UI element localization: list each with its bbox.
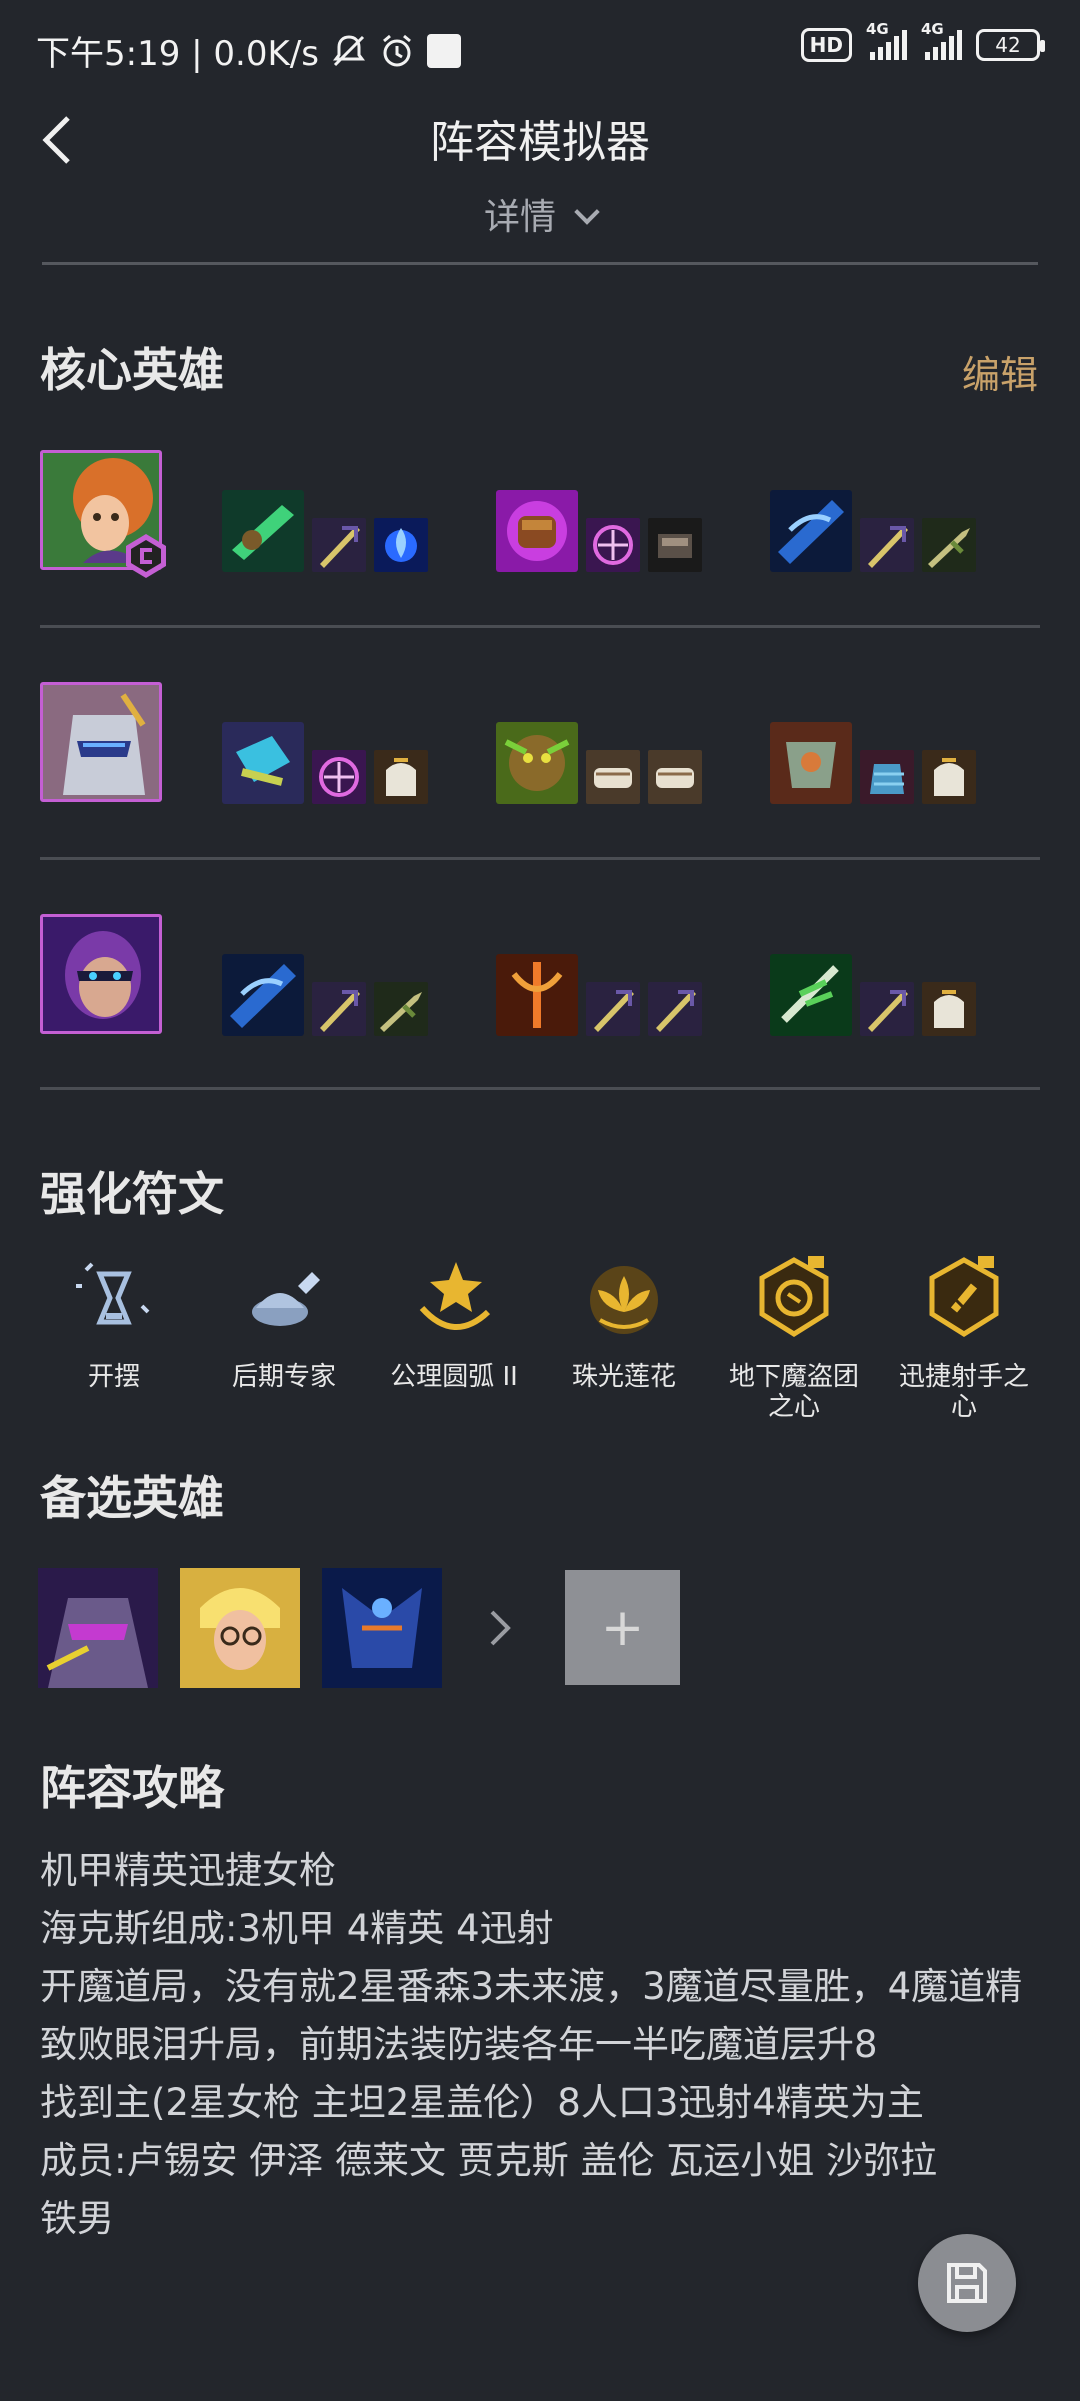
augments-title: 强化符文 [40,1167,224,1221]
notification-square-icon [426,33,461,68]
item-icon[interactable] [860,518,914,572]
alarm-icon [383,34,411,66]
item-icon[interactable] [312,518,366,572]
chevron-right-icon[interactable] [488,1608,512,1648]
alternate-hero-2[interactable] [180,1568,300,1688]
hero-2-item-set-2 [496,722,702,804]
item-icon[interactable] [222,954,304,1036]
item-icon[interactable] [922,518,976,572]
status-right: HD 4G 4G 42 [800,20,1045,62]
hero-portrait-3[interactable] [40,914,162,1034]
add-alternate-button[interactable]: + [565,1570,680,1685]
augment-label: 珠光莲花 [571,1362,676,1392]
hero-row-divider [40,625,1040,628]
header-divider [42,262,1038,265]
hero-2-item-set-3 [770,722,976,804]
hero-1-item-set-1 [222,490,428,572]
edit-button[interactable]: 编辑 [962,344,1038,399]
item-icon[interactable] [374,750,428,804]
save-icon [947,2263,987,2303]
augment-item[interactable]: 后期专家 [199,1250,369,1392]
item-icon[interactable] [496,490,578,572]
item-icon[interactable] [922,750,976,804]
guide-line: 机甲精英迅捷女枪 [40,1849,336,1892]
details-label: 详情 [483,197,556,238]
item-icon[interactable] [648,982,702,1036]
item-icon[interactable] [496,954,578,1036]
augment-item[interactable]: 公理圆弧 II [369,1250,539,1392]
augment-item[interactable]: 迅捷射手之 心 [879,1250,1049,1422]
item-icon[interactable] [586,518,640,572]
item-icon[interactable] [586,750,640,804]
item-icon[interactable] [648,518,702,572]
hero-1-item-set-3 [770,490,976,572]
carry-badge-icon [126,534,166,578]
signal-icon-2: 4G [921,20,962,60]
hero-portrait-2[interactable] [40,682,162,802]
hourglass-icon [76,1262,150,1325]
guide-line: 找到主(2星女枪 主坦2星盖伦）8人口3迅射4精英为主 [40,2081,924,2124]
guide-line: 海克斯组成:3机甲 4精英 4迅射 [40,1907,554,1950]
chevron-down-icon [574,199,600,225]
item-icon[interactable] [860,982,914,1036]
lotus-icon [590,1266,658,1334]
status-time-speed: 下午5:19 | 0.0K/s [36,34,319,74]
item-icon[interactable] [770,954,852,1036]
guide-line: 成员:卢锡安 伊泽 德莱文 贾克斯 盖伦 瓦运小姐 沙弥拉 [40,2139,938,2182]
augment-label: 后期专家 [231,1362,336,1392]
hero-1-item-set-2 [496,490,702,572]
details-toggle[interactable]: 详情 [0,188,1080,240]
signal-icon: 4G [866,20,907,60]
guide-line: 铁男 [40,2197,114,2240]
guide-title: 阵容攻略 [40,1761,224,1815]
augment-label: 公理圆弧 II [390,1362,518,1392]
alternate-hero-1[interactable] [38,1568,158,1688]
item-icon[interactable] [312,982,366,1036]
page-title: 阵容模拟器 [430,117,650,168]
item-icon[interactable] [860,750,914,804]
hd-badge: HD [800,28,852,62]
item-icon[interactable] [648,750,702,804]
item-icon[interactable] [374,518,428,572]
item-icon[interactable] [770,722,852,804]
status-left: 下午5:19 | 0.0K/s [36,26,461,75]
item-icon[interactable] [374,982,428,1036]
augment-item[interactable]: 珠光莲花 [539,1250,709,1392]
hero-2-item-set-1 [222,722,428,804]
item-icon[interactable] [922,982,976,1036]
late-game-icon [252,1272,320,1326]
battery-icon: 42 [976,29,1045,61]
item-icon[interactable] [222,490,304,572]
alternates-title: 备选英雄 [40,1471,224,1525]
item-icon[interactable] [586,982,640,1036]
guide-text: 机甲精英迅捷女枪 海克斯组成:3机甲 4精英 4迅射 开魔道局，没有就2星番森3… [40,1842,1050,2248]
core-heroes-title: 核心英雄 [40,343,224,397]
hero-3-item-set-1 [222,954,428,1036]
guide-line: 开魔道局，没有就2星番森3未来渡，3魔道尽量胜，4魔道精致败眼泪升局，前期法装防… [40,1965,1023,2066]
item-icon[interactable] [312,750,366,804]
hero-row-divider [40,1087,1040,1090]
hero-row-divider [40,857,1040,860]
star-arc-icon [419,1262,491,1330]
augment-item[interactable]: 地下魔盗团 之心 [709,1250,879,1422]
item-icon[interactable] [770,490,852,572]
add-label: + [600,1597,645,1658]
mute-bell-icon [332,34,365,66]
augment-item[interactable]: 开摆 [29,1250,199,1392]
hero-3-item-set-3 [770,954,976,1036]
augment-label: 开摆 [87,1362,140,1392]
alternate-hero-3[interactable] [322,1568,442,1688]
underground-heart-icon [759,1256,829,1337]
hero-3-item-set-2 [496,954,702,1036]
item-icon[interactable] [222,722,304,804]
status-bar: 下午5:19 | 0.0K/s HD 4G 4G 42 [0,0,1080,96]
augment-label: 迅捷射手之 心 [898,1362,1029,1422]
augment-label: 地下魔盗团 之心 [728,1362,859,1422]
rapidfire-heart-icon [929,1256,999,1337]
item-icon[interactable] [496,722,578,804]
save-button[interactable] [918,2234,1016,2332]
